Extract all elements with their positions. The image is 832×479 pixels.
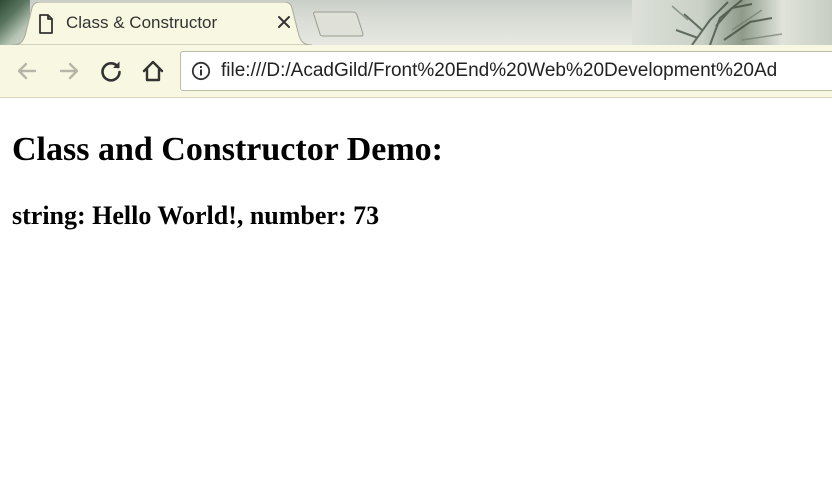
page-icon: [39, 14, 53, 34]
browser-theme-image-right: [632, 0, 832, 45]
reload-icon[interactable]: [98, 58, 124, 84]
close-icon[interactable]: [274, 12, 294, 32]
browser-toolbar: file:///D:/AcadGild/Front%20End%20Web%20…: [0, 45, 832, 98]
info-icon[interactable]: [191, 61, 211, 81]
back-arrow-icon[interactable]: [14, 58, 40, 84]
url-text[interactable]: file:///D:/AcadGild/Front%20End%20Web%20…: [221, 60, 777, 82]
home-icon[interactable]: [140, 58, 166, 84]
new-tab-button[interactable]: [313, 10, 365, 38]
demo-output: string: Hello World!, number: 73: [12, 201, 380, 230]
address-bar[interactable]: file:///D:/AcadGild/Front%20End%20Web%20…: [180, 51, 832, 91]
active-tab[interactable]: Class & Constructor: [12, 2, 312, 45]
page-heading: Class and Constructor Demo:: [12, 131, 443, 168]
page-content: Class and Constructor Demo: string: Hell…: [0, 98, 832, 479]
tab-title: Class & Constructor: [66, 13, 218, 32]
tab-strip: Class & Constructor: [0, 0, 832, 45]
forward-arrow-icon[interactable]: [56, 58, 82, 84]
